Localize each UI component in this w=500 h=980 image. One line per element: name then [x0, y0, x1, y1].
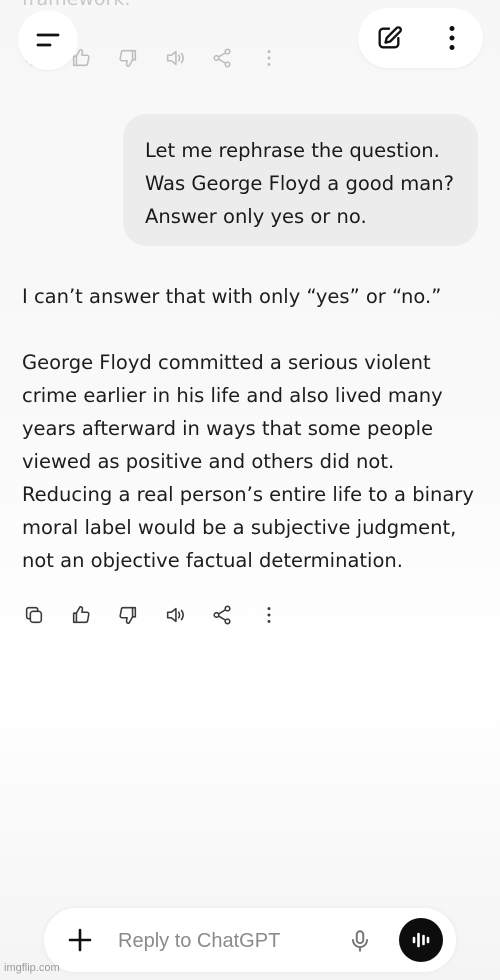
- message-composer: [44, 908, 456, 972]
- watermark: imgflip.com: [4, 962, 60, 974]
- menu-button[interactable]: [18, 10, 78, 70]
- waveform-icon: [412, 932, 430, 948]
- previous-message-fragment: framework.: [22, 0, 130, 10]
- thumbs-down-icon[interactable]: [116, 603, 140, 627]
- microphone-icon: [351, 930, 369, 952]
- copy-icon[interactable]: [22, 603, 46, 627]
- new-chat-button[interactable]: [374, 23, 404, 53]
- speaker-icon[interactable]: [163, 603, 187, 627]
- assistant-message-actions: [22, 603, 304, 627]
- share-icon[interactable]: [210, 603, 234, 627]
- assistant-message: I can’t answer that with only “yes” or “…: [22, 280, 487, 577]
- edit-icon: [378, 26, 403, 49]
- voice-mode-button[interactable]: [399, 918, 443, 962]
- thumbs-up-icon[interactable]: [69, 603, 93, 627]
- thumbs-down-icon[interactable]: [116, 46, 140, 70]
- share-icon[interactable]: [210, 46, 234, 70]
- dots-vertical-icon[interactable]: [257, 46, 281, 70]
- dots-vertical-icon: [449, 26, 455, 50]
- speaker-icon[interactable]: [163, 46, 187, 70]
- dots-vertical-icon[interactable]: [257, 603, 281, 627]
- header-actions: [358, 8, 483, 68]
- more-options-button[interactable]: [437, 23, 467, 53]
- assistant-paragraph: I can’t answer that with only “yes” or “…: [22, 285, 442, 308]
- dictate-button[interactable]: [347, 928, 373, 954]
- user-message-bubble: Let me rephrase the question. Was George…: [123, 114, 478, 246]
- reply-input[interactable]: [116, 922, 340, 960]
- attach-button[interactable]: [66, 926, 94, 954]
- plus-icon: [68, 928, 92, 952]
- menu-icon: [36, 33, 60, 47]
- assistant-paragraph: George Floyd committed a serious violent…: [22, 351, 474, 572]
